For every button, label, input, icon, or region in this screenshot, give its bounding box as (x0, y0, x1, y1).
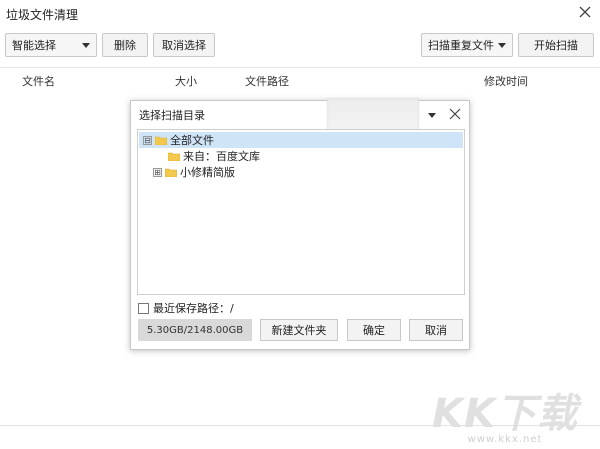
tree-item-label: 小修精简版 (180, 166, 235, 179)
recent-path-row: 最近保存路径：/ (138, 300, 234, 316)
close-icon[interactable] (447, 106, 463, 122)
scan-mode-label: 扫描重复文件 (428, 39, 494, 52)
cancel-button[interactable]: 取消 (409, 319, 463, 341)
recent-path-checkbox[interactable] (138, 302, 149, 314)
chevron-down-icon (82, 43, 90, 48)
tree-item-baidu-wenku[interactable]: 来自：百度文库 (139, 148, 463, 164)
scan-mode-dropdown[interactable]: 扫描重复文件 (421, 33, 513, 57)
folder-icon (168, 152, 180, 161)
disk-usage: 5.30GB/2148.00GB (138, 319, 252, 341)
delete-button[interactable]: 删除 (102, 33, 148, 57)
tree-item-xiaoxiu[interactable]: ⊞ 小修精简版 (139, 164, 463, 180)
select-scan-directory-dialog: 选择扫描目录 ⊟ 全部文件 来自：百度文库 ⊞ 小修精简版 最近保存路径：/ 5… (130, 98, 470, 350)
smart-select-label: 智能选择 (12, 39, 56, 52)
recent-path-label: 最近保存路径：/ (153, 302, 234, 315)
column-filename[interactable]: 文件名 (22, 73, 55, 89)
ok-button[interactable]: 确定 (347, 319, 401, 341)
close-icon[interactable] (576, 3, 594, 21)
cancel-select-button[interactable]: 取消选择 (153, 33, 215, 57)
chevron-down-icon (498, 43, 506, 48)
folder-icon (155, 136, 167, 145)
dialog-title: 选择扫描目录 (139, 109, 205, 122)
expand-icon[interactable]: ⊞ (153, 167, 162, 177)
collapse-icon[interactable]: ⊟ (143, 135, 152, 145)
window-title: 垃圾文件清理 (6, 8, 79, 22)
tree-item-all-files[interactable]: ⊟ 全部文件 (139, 132, 463, 148)
chevron-down-icon[interactable] (428, 113, 436, 118)
folder-icon (165, 168, 177, 177)
start-scan-button[interactable]: 开始扫描 (518, 33, 594, 57)
toolbar: 智能选择 删除 取消选择 扫描重复文件 开始扫描 (0, 33, 600, 61)
tree-item-label: 来自：百度文库 (183, 150, 260, 163)
smart-select-dropdown[interactable]: 智能选择 (5, 33, 97, 57)
column-path[interactable]: 文件路径 (245, 73, 289, 89)
file-list-header: 文件名 大小 文件路径 修改时间 (0, 67, 600, 90)
column-modified[interactable]: 修改时间 (484, 73, 528, 89)
directory-tree[interactable]: ⊟ 全部文件 来自：百度文库 ⊞ 小修精简版 (137, 129, 465, 295)
title-bar: 垃圾文件清理 (0, 0, 600, 28)
new-folder-button[interactable]: 新建文件夹 (260, 319, 338, 341)
watermark-logo: KK下载 (432, 391, 578, 437)
column-size[interactable]: 大小 (175, 73, 197, 89)
tree-item-label: 全部文件 (170, 134, 214, 147)
watermark: KK下载 www.kkx.net (432, 394, 578, 445)
